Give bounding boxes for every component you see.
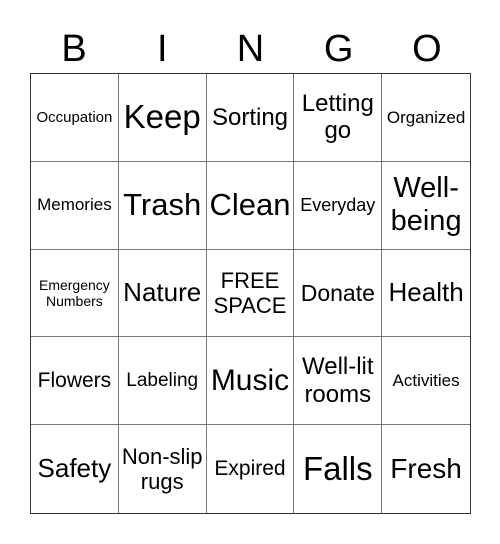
bingo-header: B I N G O bbox=[30, 26, 471, 72]
bingo-cell[interactable]: Letting go bbox=[294, 74, 383, 162]
bingo-cell[interactable]: Keep bbox=[118, 74, 207, 162]
bingo-cell[interactable]: Fresh bbox=[382, 425, 470, 513]
bingo-cell[interactable]: Trash bbox=[118, 161, 207, 250]
bingo-cell[interactable]: Sorting bbox=[206, 74, 295, 162]
bingo-cell[interactable]: Donate bbox=[294, 249, 383, 338]
bingo-cell[interactable]: Everyday bbox=[294, 161, 383, 250]
bingo-grid: Occupation Keep Sorting Letting go Organized… bbox=[30, 73, 471, 514]
bingo-cell[interactable]: Nature bbox=[118, 249, 207, 338]
bingo-cell[interactable]: Expired bbox=[207, 425, 295, 513]
header-letter-n: N bbox=[236, 28, 265, 70]
bingo-cell[interactable]: Flowers bbox=[31, 337, 119, 426]
free-space-cell[interactable]: FREE SPACE bbox=[206, 249, 295, 338]
bingo-cell[interactable]: Well-being bbox=[382, 162, 470, 250]
bingo-cell[interactable]: Non-slip rugs bbox=[119, 425, 207, 513]
header-letter-b: B bbox=[61, 28, 87, 70]
bingo-cell[interactable]: Activities bbox=[382, 337, 470, 426]
bingo-cell[interactable]: Falls bbox=[294, 425, 383, 513]
bingo-cell[interactable]: Occupation bbox=[31, 74, 119, 162]
header-letter-g: G bbox=[323, 28, 354, 70]
bingo-cell[interactable]: Labeling bbox=[118, 337, 207, 426]
bingo-cell[interactable]: Well-lit rooms bbox=[294, 337, 383, 426]
header-letter-o: O bbox=[412, 28, 442, 70]
bingo-cell[interactable]: Emergency Numbers bbox=[31, 249, 119, 338]
bingo-cell[interactable]: Clean bbox=[206, 161, 295, 250]
bingo-cell[interactable]: Organized bbox=[382, 74, 470, 162]
header-letter-i: I bbox=[157, 28, 168, 70]
bingo-cell[interactable]: Memories bbox=[31, 161, 119, 250]
bingo-cell[interactable]: Safety bbox=[31, 425, 119, 513]
bingo-cell[interactable]: Health bbox=[382, 250, 470, 338]
bingo-cell[interactable]: Music bbox=[206, 337, 295, 426]
